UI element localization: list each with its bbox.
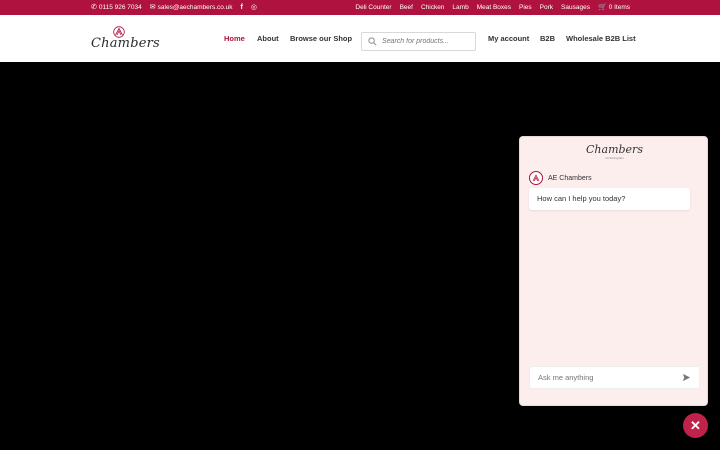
nav-home[interactable]: Home [224,34,245,43]
nav-account-wrap: My account [488,15,529,62]
toplink-pies[interactable]: Pies [519,4,532,11]
agent-logo-icon [532,174,540,182]
email-link[interactable]: ✉ sales@aechambers.co.uk [150,4,233,11]
send-icon[interactable] [682,373,691,382]
chat-message-bubble: How can I help you today? [529,188,690,210]
nav-wholesale-wrap: Wholesale B2B List [566,15,636,62]
chat-widget: Chambers of Nottingham AE Chambers How c… [519,136,708,406]
avatar [529,171,543,185]
phone-link[interactable]: ✆ 0115 926 7034 [91,4,142,11]
instagram-icon[interactable]: ◎ [251,4,257,11]
nav-browse-shop[interactable]: Browse our Shop [290,34,352,43]
chat-input[interactable] [538,373,682,382]
site-logo[interactable]: Chambers [91,26,160,54]
nav-about-wrap: About [257,15,279,62]
top-bar: ✆ 0115 926 7034 ✉ sales@aechambers.co.uk… [0,0,720,15]
chat-agent-name: AE Chambers [548,174,592,182]
chat-logo-subtitle: of Nottingham [605,156,624,160]
product-search[interactable] [361,32,476,51]
nav-b2b[interactable]: B2B [540,34,555,43]
site-header: Chambers Home About Browse our Shop My a… [0,15,720,62]
toplink-lamb[interactable]: Lamb [452,4,468,11]
logo-text: Chambers [91,36,160,51]
chat-input-box[interactable] [529,366,700,389]
toplink-chicken[interactable]: Chicken [421,4,444,11]
cart-count: 0 Items [608,4,630,11]
nav-home-wrap: Home [224,15,245,62]
nav-about[interactable]: About [257,34,279,43]
top-bar-links: Deli Counter Beef Chicken Lamb Meat Boxe… [355,0,630,15]
search-input[interactable] [382,38,472,45]
close-icon: ✕ [690,417,701,433]
toplink-beef[interactable]: Beef [400,4,413,11]
phone-icon: ✆ [91,4,97,11]
search-icon [368,37,377,46]
toplink-meat-boxes[interactable]: Meat Boxes [477,4,511,11]
toplink-pork[interactable]: Pork [540,4,553,11]
chat-agent: AE Chambers [529,171,592,185]
nav-b2b-wrap: B2B [540,15,555,62]
cart-icon: 🛒 [597,4,607,11]
nav-my-account[interactable]: My account [488,34,529,43]
facebook-icon[interactable]: f [241,4,243,11]
nav-shop-wrap: Browse our Shop [290,15,352,62]
chat-logo: Chambers [586,143,643,156]
chat-close-button[interactable]: ✕ [683,413,708,438]
phone-number: 0115 926 7034 [98,4,142,11]
envelope-icon: ✉ [149,4,156,11]
top-bar-contact: ✆ 0115 926 7034 ✉ sales@aechambers.co.uk… [91,0,257,15]
toplink-sausages[interactable]: Sausages [561,4,590,11]
nav-wholesale-list[interactable]: Wholesale B2B List [566,34,636,43]
toplink-deli-counter[interactable]: Deli Counter [355,4,391,11]
cart-link[interactable]: 🛒 0 Items [598,4,630,11]
email-address: sales@aechambers.co.uk [157,4,233,11]
